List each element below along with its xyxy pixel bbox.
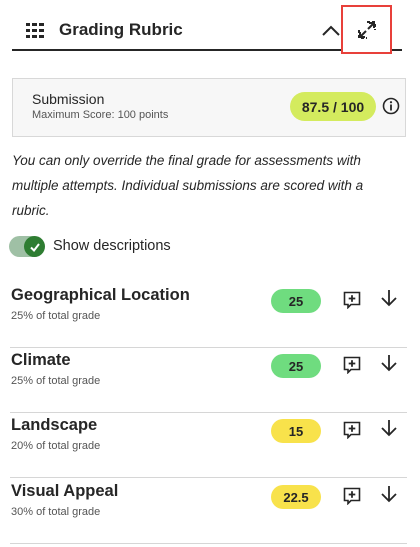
arrow-down-icon[interactable] <box>379 418 399 438</box>
rubric-grid-icon <box>26 23 44 38</box>
add-feedback-icon[interactable] <box>343 356 361 374</box>
toggle-knob <box>24 236 45 257</box>
criterion-row: Visual Appeal 30% of total grade 22.5 <box>10 479 407 544</box>
override-note: You can only override the final grade fo… <box>12 153 364 218</box>
expand-panel-button[interactable] <box>341 5 392 54</box>
add-feedback-icon[interactable] <box>343 487 361 505</box>
arrow-down-icon[interactable] <box>379 484 399 504</box>
criterion-row: Geographical Location 25% of total grade… <box>10 283 407 348</box>
maximum-score: Maximum Score: 100 points <box>32 109 169 121</box>
criterion-name: Landscape <box>11 416 98 434</box>
criterion-name: Climate <box>11 351 71 369</box>
criterion-score-badge[interactable]: 15 <box>271 419 321 443</box>
arrow-down-icon[interactable] <box>379 288 399 308</box>
criterion-name: Visual Appeal <box>11 482 119 500</box>
add-feedback-icon[interactable] <box>343 421 361 439</box>
criterion-score-badge[interactable]: 25 <box>271 289 321 313</box>
add-feedback-icon[interactable] <box>343 291 361 309</box>
submission-title: Submission <box>32 91 105 107</box>
criterion-weight: 30% of total grade <box>11 506 101 518</box>
arrow-down-icon[interactable] <box>379 353 399 373</box>
criterion-weight: 25% of total grade <box>11 310 101 322</box>
criterion-score-badge[interactable]: 22.5 <box>271 485 321 509</box>
submission-summary: Submission Maximum Score: 100 points 87.… <box>12 78 406 137</box>
submission-score-badge[interactable]: 87.5 / 100 <box>290 92 376 121</box>
criterion-weight: 20% of total grade <box>11 440 101 452</box>
show-descriptions-label: Show descriptions <box>53 238 171 254</box>
criterion-weight: 25% of total grade <box>11 375 101 387</box>
expand-arrows-icon <box>357 20 376 39</box>
panel-title: Grading Rubric <box>59 20 183 39</box>
criterion-row: Climate 25% of total grade 25 <box>10 348 407 413</box>
criterion-name: Geographical Location <box>11 286 190 304</box>
criterion-score-badge[interactable]: 25 <box>271 354 321 378</box>
criterion-row: Landscape 20% of total grade 15 <box>10 413 407 478</box>
info-icon[interactable] <box>382 97 400 115</box>
show-descriptions-toggle[interactable] <box>9 236 45 257</box>
checkmark-icon <box>29 242 40 252</box>
